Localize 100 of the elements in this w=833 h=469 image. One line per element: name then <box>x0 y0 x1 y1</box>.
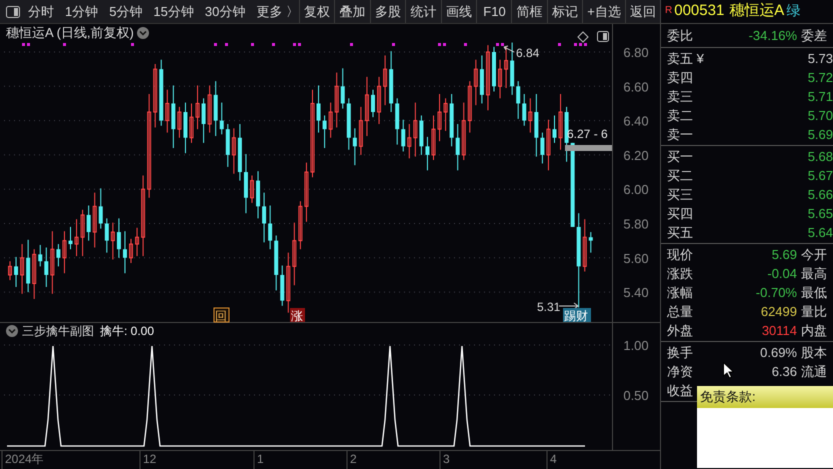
candle <box>122 230 127 274</box>
candle <box>50 230 54 294</box>
candle <box>462 102 466 161</box>
toolbar-button[interactable]: 多股 <box>370 0 406 23</box>
candle <box>407 124 412 159</box>
candle <box>202 98 206 144</box>
period-tab[interactable]: 15分钟 <box>153 2 194 22</box>
quote-label: 现价 <box>667 246 693 264</box>
candle <box>401 119 406 152</box>
candle <box>510 42 514 96</box>
candle <box>214 80 218 137</box>
candle <box>352 128 357 166</box>
quote-label: 涨跌 <box>667 264 693 283</box>
candle <box>135 227 140 257</box>
candle <box>244 154 248 214</box>
candle <box>104 218 109 254</box>
quote-label: 卖五 ¥ <box>667 50 704 68</box>
candle <box>371 89 375 118</box>
candle <box>14 256 18 288</box>
toolbar-button[interactable]: 简框 <box>511 0 547 23</box>
candle <box>444 98 448 132</box>
quote-label: 买二 <box>667 166 693 185</box>
candle <box>32 248 36 300</box>
axis-label: 6.40 <box>623 114 649 129</box>
candle <box>268 205 272 250</box>
toolbar-button[interactable]: 叠加 <box>334 0 370 23</box>
candle <box>286 252 290 314</box>
candle <box>480 54 484 104</box>
candle <box>552 114 556 144</box>
toolbar-button[interactable]: 复权 <box>298 0 334 23</box>
axis-label: 5.40 <box>623 285 649 300</box>
axis-label: 3 <box>443 452 450 466</box>
candle <box>534 94 538 158</box>
quote-value: 5.67 <box>808 166 833 185</box>
quote-label: 外盘 <box>667 322 693 340</box>
quote-label: 涨幅 <box>667 284 693 302</box>
period-tab[interactable]: 5分钟 <box>109 2 142 22</box>
sidebar-toggle-icon[interactable] <box>6 6 20 18</box>
candle <box>129 238 133 264</box>
candle <box>8 260 12 281</box>
quote-label: 买四 <box>667 204 693 223</box>
candle <box>504 46 508 89</box>
quote-label: 最高 <box>801 264 828 283</box>
candle <box>546 119 550 171</box>
quote-label: 委差 <box>801 26 828 45</box>
candle <box>26 239 30 293</box>
quote-value: 6.36 <box>772 362 797 381</box>
candle <box>456 124 460 171</box>
candle <box>474 59 478 106</box>
candle <box>208 84 212 134</box>
quote-label: 委比 <box>667 26 693 45</box>
axis-label: 12 <box>143 452 156 466</box>
axis-label: 5.80 <box>623 216 649 232</box>
axis-label: 6.20 <box>623 148 649 163</box>
candle <box>432 114 436 161</box>
quote-label: 内盘 <box>801 322 828 340</box>
axis-label: 6.80 <box>623 45 649 60</box>
axis-label: 2 <box>350 452 357 466</box>
period-tab[interactable]: 1分钟 <box>64 2 98 22</box>
quote-label: 卖三 <box>667 88 693 106</box>
period-tab[interactable]: 分时 <box>28 2 54 22</box>
candle <box>582 218 587 272</box>
candle <box>20 244 24 294</box>
quote-label: 卖一 <box>667 126 693 144</box>
toolbar-button[interactable]: 返回 <box>624 0 660 23</box>
candle <box>389 50 394 113</box>
quote-label: 量比 <box>801 302 828 321</box>
price-range-bar <box>565 145 612 151</box>
chart-title: 穗恒运A (日线,前复权) <box>6 25 134 40</box>
quote-label: 流通 <box>801 362 828 381</box>
signal-badge: 踢财 <box>563 308 591 323</box>
tooltip-title: 免责条款: <box>697 386 833 408</box>
candle <box>232 128 236 174</box>
candle <box>304 162 308 222</box>
axis-label: 2024年 <box>5 452 44 466</box>
period-tab[interactable]: 更多 〉 <box>256 2 299 22</box>
toolbar-button[interactable]: 标记 <box>546 0 582 23</box>
quote-value: 5.69 <box>808 126 833 144</box>
axis-label: 1 <box>257 452 264 466</box>
candle <box>183 102 188 154</box>
candle <box>516 80 520 120</box>
toolbar-button[interactable]: 画线 <box>440 0 476 23</box>
candle <box>38 244 42 267</box>
indicator-reading: 擒牛: 0.00 <box>100 324 154 338</box>
candle <box>298 200 302 250</box>
quote-value: 5.71 <box>808 88 833 106</box>
toolbar-button[interactable]: F10 <box>476 0 512 23</box>
candle <box>364 76 369 137</box>
candle <box>220 102 224 135</box>
toolbar-button[interactable]: 统计 <box>405 0 441 23</box>
toolbar-button[interactable]: +自选 <box>582 0 625 23</box>
candle <box>413 102 418 158</box>
low-price-label: 5.31 <box>537 300 560 314</box>
quote-value: 5.72 <box>808 68 833 87</box>
quote-value: -0.70% <box>756 284 797 302</box>
candle <box>322 114 327 149</box>
quote-value: 5.64 <box>808 224 833 242</box>
candle <box>68 226 72 250</box>
period-tab[interactable]: 30分钟 <box>204 2 246 22</box>
candle <box>190 102 194 144</box>
